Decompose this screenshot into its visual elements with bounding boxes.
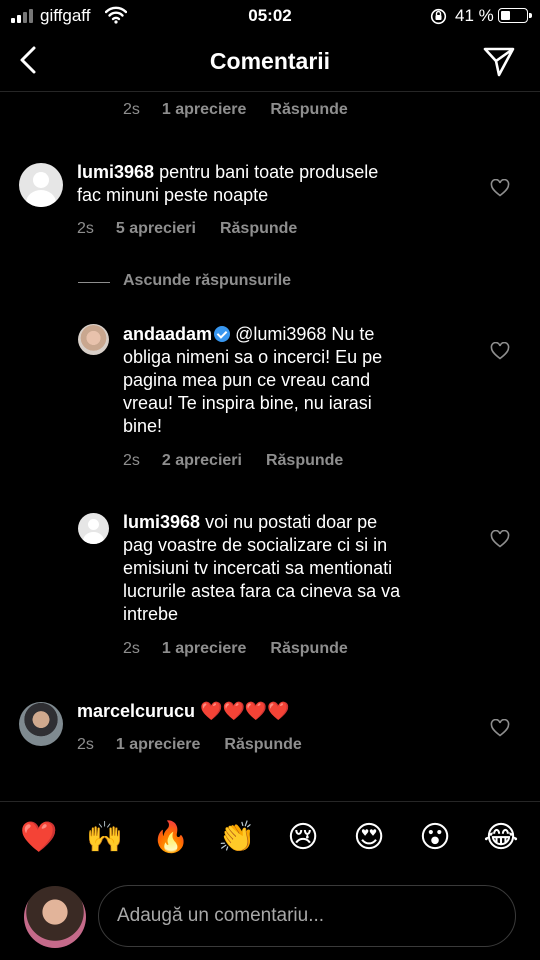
comment-input-container[interactable] xyxy=(98,885,516,947)
comment-body: bine! xyxy=(123,416,163,436)
comment-body: intrebe xyxy=(123,604,179,624)
comment-time: 2s xyxy=(123,640,140,657)
heart-icon[interactable] xyxy=(490,342,510,360)
reply-button[interactable]: Răspunde xyxy=(270,101,347,119)
comment-meta: 2s 1 apreciere Răspunde xyxy=(123,640,348,658)
comment-body: voi nu postati doar pe xyxy=(205,512,378,532)
likes-count[interactable]: 5 aprecieri xyxy=(116,220,196,238)
quick-emoji-bar: ❤️ 🙌 🔥 👏 😢 😍 😮 😂 xyxy=(0,818,540,864)
paper-plane-icon[interactable] xyxy=(482,44,516,78)
comment-body: fac minuni peste noapte xyxy=(77,185,269,205)
verified-badge-icon xyxy=(214,326,231,342)
emoji-heart-eyes-button[interactable]: 😍 xyxy=(349,818,389,858)
comment-username[interactable]: andaadam xyxy=(123,324,212,344)
likes-count[interactable]: 1 apreciere xyxy=(162,640,247,658)
battery-percent: 41 % xyxy=(455,6,494,25)
comment-meta: 2s 5 aprecieri Răspunde xyxy=(77,220,297,238)
mention-link[interactable]: @lumi3968 xyxy=(235,324,326,344)
comment-username[interactable]: marcelcurucu xyxy=(77,701,195,721)
avatar[interactable] xyxy=(78,324,109,355)
comment-username[interactable]: lumi3968 xyxy=(77,162,154,182)
comment-body: ❤️❤️❤️❤️ xyxy=(200,701,290,721)
likes-count[interactable]: 2 aprecieri xyxy=(162,452,242,470)
reply-button[interactable]: Răspunde xyxy=(220,220,297,238)
heart-icon[interactable] xyxy=(490,719,510,737)
comment-time: 2s xyxy=(77,736,94,753)
comments-list[interactable]: 2s 1 apreciere Răspunde lumi3968 pentru ba… xyxy=(0,93,540,801)
comment-body: obliga nimeni sa o incerci! Eu pe xyxy=(123,347,383,367)
comment-body: emisiuni tv incercati sa mentionati xyxy=(123,558,393,578)
divider xyxy=(0,801,540,802)
comment-input[interactable] xyxy=(117,886,497,946)
comment-meta: 2s 1 apreciere Răspunde xyxy=(77,736,302,754)
comment-time: 2s xyxy=(77,220,94,237)
comment-body: pentru bani toate produsele xyxy=(159,162,379,182)
comment-body: pagina mea pun ce vreau cand xyxy=(123,370,371,390)
comment-username[interactable]: lumi3968 xyxy=(123,512,200,532)
heart-icon[interactable] xyxy=(490,530,510,548)
likes-count[interactable]: 1 apreciere xyxy=(162,101,247,119)
current-user-avatar xyxy=(24,886,86,948)
comment-text: lumi3968 voi nu postati doar pe pag voas… xyxy=(123,511,463,626)
header: Comentarii xyxy=(0,34,540,92)
comment-meta: 2s 2 aprecieri Răspunde xyxy=(123,452,343,470)
avatar[interactable] xyxy=(78,513,109,544)
comment-text: marcelcurucu ❤️❤️❤️❤️ xyxy=(77,700,477,723)
emoji-fire-button[interactable]: 🔥 xyxy=(151,818,191,858)
comment-body: lucrurile astea fara ca cineva sa va xyxy=(123,581,401,601)
heart-icon[interactable] xyxy=(490,179,510,197)
comment-body: vreau! Te inspira bine, nu iarasi xyxy=(123,393,372,413)
hide-replies-button[interactable]: Ascunde răspunsurile xyxy=(123,272,291,290)
emoji-crying-button[interactable]: 😢 xyxy=(283,818,323,858)
emoji-clap-button[interactable]: 👏 xyxy=(217,818,257,858)
divider xyxy=(78,282,110,283)
emoji-raised-hands-button[interactable]: 🙌 xyxy=(85,818,125,858)
reply-button[interactable]: Răspunde xyxy=(266,452,343,470)
reply-button[interactable]: Răspunde xyxy=(224,736,301,754)
comment-text: lumi3968 pentru bani toate produsele fac… xyxy=(77,161,477,207)
avatar[interactable] xyxy=(19,702,63,746)
comment-body: Nu te xyxy=(331,324,375,344)
comment-body: pag voastre de socializare ci si in xyxy=(123,535,388,555)
comment-time: 2s xyxy=(123,452,140,469)
comment-time: 2s xyxy=(123,101,140,118)
comment-meta: 2s 1 apreciere Răspunde xyxy=(123,101,348,119)
avatar[interactable] xyxy=(19,163,63,207)
emoji-heart-button[interactable]: ❤️ xyxy=(19,818,59,858)
emoji-surprised-button[interactable]: 😮 xyxy=(415,818,455,858)
battery-icon xyxy=(498,8,532,23)
page-title: Comentarii xyxy=(209,48,331,74)
likes-count[interactable]: 1 apreciere xyxy=(116,736,201,754)
reply-button[interactable]: Răspunde xyxy=(270,640,347,658)
comment-text: andaadam @lumi3968 Nu te obliga nimeni s… xyxy=(123,323,453,438)
emoji-laughing-button[interactable]: 😂 xyxy=(481,818,521,858)
status-bar: giffgaff 05:02 41 % xyxy=(0,0,540,34)
orientation-lock-icon xyxy=(430,8,447,25)
